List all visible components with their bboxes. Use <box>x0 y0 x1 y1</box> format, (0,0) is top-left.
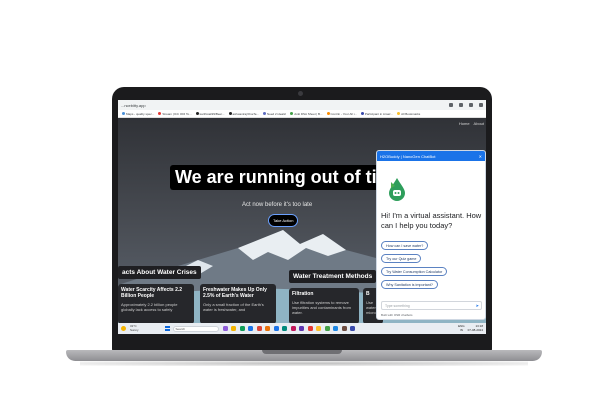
facts-heading: acts About Water Crises <box>118 266 201 279</box>
laptop-screen: ...ncebitty.app Maps - quality spec... S… <box>118 100 486 334</box>
bookmark-favicon-icon <box>290 112 294 115</box>
bookmark-favicon-icon <box>326 112 330 115</box>
suggestion-chips: How can I save water? Try our Quiz game … <box>381 241 448 293</box>
chatbot-widget: H2OBuddy | NanoGen ChatBot ✕ Hi! I'm a v… <box>376 150 486 320</box>
close-icon[interactable]: ✕ <box>479 154 482 159</box>
chip-sanitation[interactable]: Why Sanitation is important? <box>381 280 438 289</box>
laptop-notch <box>262 350 342 354</box>
chip-consumption-calculator[interactable]: Try Water Consumption Calculator <box>381 267 448 276</box>
card-body: Approximately 2.2 billion people globall… <box>121 302 178 312</box>
menu-icon[interactable] <box>479 103 483 107</box>
taskbar-app-icon[interactable] <box>350 326 356 331</box>
browser-address-bar[interactable]: ...ncebitty.app <box>118 100 486 110</box>
bookmark-item[interactable]: ashwaniraj/OneTe... <box>228 112 259 116</box>
card-title: Freshwater Makes Up Only 2.5% of Earth's… <box>203 287 267 299</box>
hero-subtitle: Act now before it's too late <box>242 202 313 208</box>
taskbar-app-icon[interactable] <box>341 326 347 331</box>
laptop-lid: ...ncebitty.app Maps - quality spec... S… <box>112 87 492 351</box>
bookmark-item[interactable]: Stream (ICC ODI To... <box>158 112 192 116</box>
bookmark-item[interactable]: Maps - quality spec... <box>122 112 154 116</box>
bookmark-favicon-icon <box>158 112 162 115</box>
taskbar-app-icon[interactable] <box>316 326 322 331</box>
top-nav: Home About <box>459 118 484 128</box>
chat-input[interactable]: Type something ➤ <box>381 301 482 310</box>
windows-taskbar: 31°C Sunny Search ENG IN 13:18 07-08-2024 <box>118 323 486 334</box>
taskbar-search[interactable]: Search <box>172 325 219 332</box>
language-indicator[interactable]: ENG IN <box>458 324 465 332</box>
send-icon[interactable]: ➤ <box>476 303 479 308</box>
sun-icon <box>121 326 126 331</box>
bookmark-item[interactable]: Anki DSA Sheet | B... <box>290 112 323 116</box>
url-text[interactable]: ...ncebitty.app <box>121 103 421 108</box>
taskbar-app-icon[interactable] <box>282 326 288 331</box>
taskbar-app-icon[interactable] <box>248 326 254 331</box>
browser-toolbar-icons <box>449 103 483 107</box>
laptop-mockup: ...ncebitty.app Maps - quality spec... S… <box>0 0 597 418</box>
methods-heading: Water Treatment Methods <box>289 270 377 283</box>
clock[interactable]: 13:18 07-08-2024 <box>468 324 483 332</box>
card-body: Use filtration systems to remove impurit… <box>292 300 351 315</box>
take-action-button[interactable]: Take Action <box>268 214 299 227</box>
bookmark-item[interactable]: karthicak99/Beer... <box>195 112 225 116</box>
taskbar-app-icon[interactable] <box>333 326 339 331</box>
card-body: Only a small fraction of the Earth's wat… <box>203 302 264 312</box>
fact-card: Water Scarcity Affects 2.2 Billion Peopl… <box>118 284 194 323</box>
bookmark-star-icon[interactable] <box>459 103 463 107</box>
chatbot-header: H2OBuddy | NanoGen ChatBot ✕ <box>377 151 485 161</box>
camera-icon <box>298 91 303 96</box>
extensions-icon[interactable] <box>469 103 473 107</box>
nav-about[interactable]: About <box>474 121 484 126</box>
system-tray: ENG IN 13:18 07-08-2024 <box>458 324 483 332</box>
taskbar-app-icon[interactable] <box>265 326 271 331</box>
bookmark-favicon-icon <box>122 112 125 115</box>
taskbar-app-icon[interactable] <box>299 326 305 331</box>
taskbar-app-icon[interactable] <box>231 326 237 331</box>
chatbot-greeting: Hi! I'm a virtual assistant. How can I h… <box>381 211 482 230</box>
download-icon[interactable] <box>449 103 453 107</box>
card-title: Filtration <box>292 291 314 297</box>
windows-start-icon[interactable] <box>164 326 170 331</box>
chip-quiz-game[interactable]: Try our Quiz game <box>381 254 422 263</box>
bookmark-favicon-icon <box>360 112 364 115</box>
bookmark-item[interactable]: Need 2 ideals! <box>263 112 286 116</box>
taskbar-app-icon[interactable] <box>307 326 313 331</box>
bookmark-item[interactable]: Participant in Amaz... <box>360 112 393 116</box>
folder-icon <box>397 112 401 115</box>
taskbar-app-icon[interactable] <box>222 326 228 331</box>
fact-card: Freshwater Makes Up Only 2.5% of Earth's… <box>200 284 276 323</box>
all-bookmarks[interactable]: All Bookmarks <box>397 112 420 116</box>
chatbot-title: H2OBuddy | NanoGen ChatBot <box>380 153 436 159</box>
weather-desc: Sunny <box>130 327 139 332</box>
bot-avatar-icon <box>389 178 405 201</box>
built-with-label: Built with OSR chatbots <box>381 313 413 317</box>
pinned-apps <box>222 326 356 331</box>
taskbar-app-icon[interactable] <box>256 326 262 331</box>
chip-save-water[interactable]: How can I save water? <box>381 241 429 250</box>
taskbar-app-icon[interactable] <box>290 326 296 331</box>
nav-home[interactable]: Home <box>459 121 470 126</box>
taskbar-app-icon[interactable] <box>273 326 279 331</box>
github-icon <box>195 112 199 115</box>
laptop-shadow <box>80 361 528 366</box>
bookmarks-bar: Maps - quality spec... Stream (ICC ODI T… <box>118 110 486 118</box>
bookmark-favicon-icon <box>263 112 267 115</box>
card-title: Water Scarcity Affects 2.2 Billion Peopl… <box>121 287 183 299</box>
hero-title: We are running out of tim <box>170 165 398 190</box>
weather-widget[interactable]: 31°C Sunny <box>121 324 139 332</box>
web-page: Home About We are running out of tim Act… <box>118 118 486 323</box>
taskbar-app-icon[interactable] <box>324 326 330 331</box>
chat-input-placeholder: Type something <box>385 303 410 308</box>
taskbar-app-icon[interactable] <box>239 326 245 331</box>
bookmark-item[interactable]: Contrin - Your All i... <box>326 112 357 116</box>
method-card: Filtration Use filtration systems to rem… <box>289 288 359 323</box>
github-icon <box>228 112 232 115</box>
